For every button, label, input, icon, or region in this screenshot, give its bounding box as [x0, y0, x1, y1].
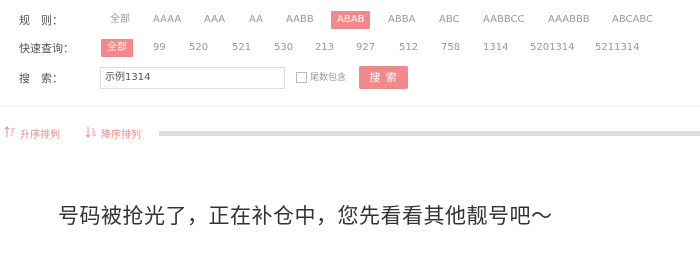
- search-label: 搜 索：: [19, 72, 63, 85]
- quick-option-520[interactable]: 520: [183, 39, 214, 57]
- rule-option-aaa[interactable]: AAA: [198, 11, 231, 29]
- rule-option-aabb[interactable]: AABB: [280, 11, 320, 29]
- sort-descending-label: 降序排列: [101, 130, 141, 141]
- sort-ascending-icon: [4, 126, 16, 141]
- quick-option-530[interactable]: 530: [268, 39, 299, 57]
- rule-option-aa[interactable]: AA: [243, 11, 269, 29]
- rule-option-abc[interactable]: ABC: [433, 11, 466, 29]
- tail-contains-label: 尾数包含: [310, 73, 347, 83]
- sort-descending-icon: [85, 126, 97, 141]
- rule-option-abab[interactable]: ABAB: [331, 11, 371, 29]
- quick-option-521[interactable]: 521: [226, 39, 257, 57]
- rule-option-abcabc[interactable]: ABCABC: [606, 11, 659, 29]
- empty-state-message: 号码被抢光了，正在补仓中，您先看看其他靓号吧～: [58, 204, 553, 228]
- rule-option-all[interactable]: 全部: [104, 11, 136, 29]
- search-button[interactable]: 搜 索: [359, 66, 408, 89]
- search-input[interactable]: 示例1314: [100, 67, 285, 89]
- quick-option-1314[interactable]: 1314: [477, 39, 514, 57]
- section-divider: [0, 106, 700, 107]
- sort-ascending-label: 升序排列: [20, 130, 60, 141]
- tail-contains-checkbox[interactable]: [296, 72, 307, 83]
- rule-option-aaabbb[interactable]: AAABBB: [542, 11, 596, 29]
- quick-option-all[interactable]: 全部: [101, 39, 133, 57]
- sort-bar-rule: [159, 131, 700, 136]
- rule-option-abba[interactable]: ABBA: [382, 11, 421, 29]
- rule-option-aaaa[interactable]: AAAA: [147, 11, 187, 29]
- rule-filter-label: 规 则：: [19, 14, 63, 27]
- quick-option-758[interactable]: 758: [435, 39, 466, 57]
- quick-option-5211314[interactable]: 5211314: [589, 39, 646, 57]
- quick-option-512[interactable]: 512: [393, 39, 424, 57]
- sort-descending-button[interactable]: 降序排列: [85, 126, 141, 141]
- quick-option-5201314[interactable]: 5201314: [524, 39, 581, 57]
- quick-option-927[interactable]: 927: [350, 39, 381, 57]
- quick-query-label: 快速查询：: [19, 42, 74, 55]
- sort-ascending-button[interactable]: 升序排列: [4, 126, 60, 141]
- quick-option-99[interactable]: 99: [147, 39, 172, 57]
- rule-filter-row: 规 则： 全部 AAAA AAA AA AABB ABAB ABBA ABC A…: [0, 8, 700, 32]
- rule-option-aabbcc[interactable]: AABBCC: [477, 11, 530, 29]
- quick-option-213[interactable]: 213: [309, 39, 340, 57]
- quick-query-row: 快速查询： 全部 99 520 521 530 213 927 512 758 …: [0, 36, 700, 60]
